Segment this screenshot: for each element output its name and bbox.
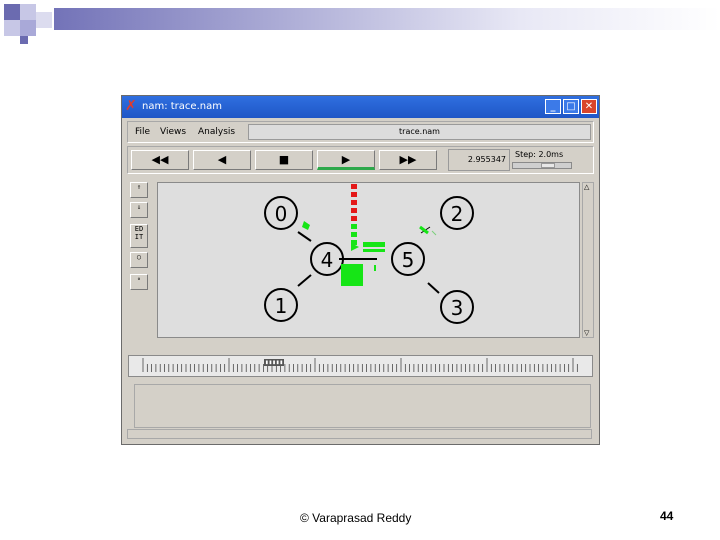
topology-svg: 0 1 2 3 4 5 [264,184,474,324]
step-back-button[interactable]: ◀ [193,150,251,170]
lower-horizontal-scrollbar[interactable] [127,429,592,439]
edit-button[interactable]: ED IT [130,224,148,248]
timeline-ticks [142,358,578,372]
packet-2-5-trail [431,230,437,236]
packet-4-large [341,264,363,286]
node-3[interactable]: 3 [440,290,474,324]
packet-2-5 [419,225,429,235]
menu-analysis[interactable]: Analysis [198,126,235,138]
minimize-button[interactable]: _ [545,99,561,114]
time-display: 2.955347 [448,149,510,171]
node-2[interactable]: 2 [440,196,474,230]
title-bar[interactable]: ✗ nam: trace.nam _ □ ✕ [122,96,599,118]
x-logo-icon: ✗ [125,98,137,114]
node-1-label: 1 [275,294,288,318]
node-1[interactable]: 1 [264,288,298,322]
slide-gradient-bar [54,8,720,30]
timeline-slider[interactable]: ▮▮▮▮▮ [128,355,593,377]
step-slider[interactable] [512,162,572,169]
step-label: Step: 2.0ms [515,150,564,159]
menu-views[interactable]: Views [160,126,186,138]
nam-window: ✗ nam: trace.nam _ □ ✕ File Views Analys… [121,95,600,445]
node-5-label: 5 [402,248,415,272]
packet-queue-green [351,224,385,252]
node-0-label: 0 [275,202,288,226]
network-canvas[interactable]: 0 1 2 3 4 5 [157,182,580,338]
link-0-4 [297,231,312,242]
zoom-in-icon[interactable]: ⇑ [130,182,148,198]
node-3-label: 3 [451,296,464,320]
scroll-up-icon[interactable]: △ [584,183,589,191]
trace-filename: trace.nam [248,124,591,140]
canvas-vertical-scrollbar[interactable]: △ ▽ [582,182,594,338]
link-5-3 [427,282,440,294]
packet-0-4 [302,221,310,230]
window-title: nam: trace.nam [142,101,222,112]
timeline-marker[interactable]: ▮▮▮▮▮ [264,359,285,366]
monitor-circle-icon[interactable]: ○ [130,252,148,268]
node-5[interactable]: 5 [391,242,425,276]
small-circle-icon[interactable]: ∘ [130,274,148,290]
node-4-label: 4 [321,248,334,272]
zoom-out-icon[interactable]: ⇓ [130,202,148,218]
slide-footer: © Varaprasad Reddy [300,511,412,525]
maximize-button[interactable]: □ [563,99,579,114]
annotation-panel [134,384,591,428]
node-2-label: 2 [451,202,464,226]
fast-forward-button[interactable]: ▶▶ [379,150,437,170]
rewind-button[interactable]: ◀◀ [131,150,189,170]
close-button[interactable]: ✕ [581,99,597,114]
node-4[interactable]: 4 [310,242,344,276]
menu-bar: File Views Analysis trace.nam [127,121,594,143]
menu-file[interactable]: File [135,126,150,138]
stop-button[interactable]: ■ [255,150,313,170]
scroll-down-icon[interactable]: ▽ [584,329,589,337]
step-slider-thumb[interactable] [541,163,555,168]
playback-controls: ◀◀ ◀ ■ ▶ ▶▶ 2.955347 Step: 2.0ms [127,146,594,174]
slide-decoration [0,0,720,48]
tool-column: ⇑ ⇓ ED IT ○ ∘ [130,182,150,302]
packet-4-5-small [374,265,376,271]
node-0[interactable]: 0 [264,196,298,230]
play-button[interactable]: ▶ [317,150,375,170]
link-1-4 [297,274,312,287]
slide-page-number: 44 [660,509,674,523]
packet-queue-red [351,184,357,221]
